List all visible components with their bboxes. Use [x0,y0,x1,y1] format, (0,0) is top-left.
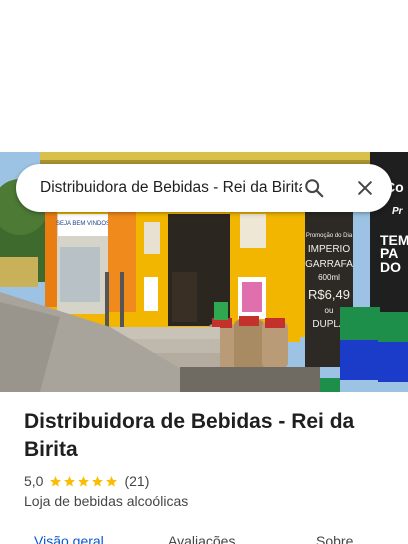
tab-bar: Visão geral Avaliações Sobre [0,528,408,544]
search-icon [305,179,324,198]
star-icon [92,475,104,487]
board-line-1: IMPERIO [308,244,350,255]
rating-value: 5,0 [24,473,44,489]
star-icon [64,475,76,487]
star-icon [78,475,90,487]
close-icon [358,181,372,195]
window-sign-text: SEJA BEM VINDOS [56,221,110,227]
board-line-3: 600ml [318,273,340,282]
tab-overview[interactable]: Visão geral [34,532,104,544]
search-button[interactable] [298,172,330,204]
rating-stars [49,475,119,488]
place-title: Distribuidora de Bebidas - Rei da Birita [24,410,355,461]
search-bar[interactable]: Distribuidora de Bebidas - Rei da Birita [16,164,392,212]
map-blank-area [0,0,408,152]
search-input[interactable]: Distribuidora de Bebidas - Rei da Birita [40,164,302,212]
place-category: Loja de bebidas alcoólicas [24,493,189,509]
right-sign-1: Pr [392,206,404,217]
star-icon [50,475,62,487]
tab-reviews[interactable]: Avaliações [168,532,235,544]
board-line-0: Promoção do Dia [306,233,353,239]
star-icon [106,475,118,487]
review-count: (21) [124,473,150,489]
board-line-4: R$6,49 [308,287,350,302]
board-line-2: GARRAFA [305,259,353,270]
tab-about[interactable]: Sobre [316,532,353,544]
close-button[interactable] [349,172,381,204]
rating-row[interactable]: 5,0 (21) [24,471,149,491]
board-line-5: ou [325,306,334,315]
right-sign-4: DO [380,259,401,275]
